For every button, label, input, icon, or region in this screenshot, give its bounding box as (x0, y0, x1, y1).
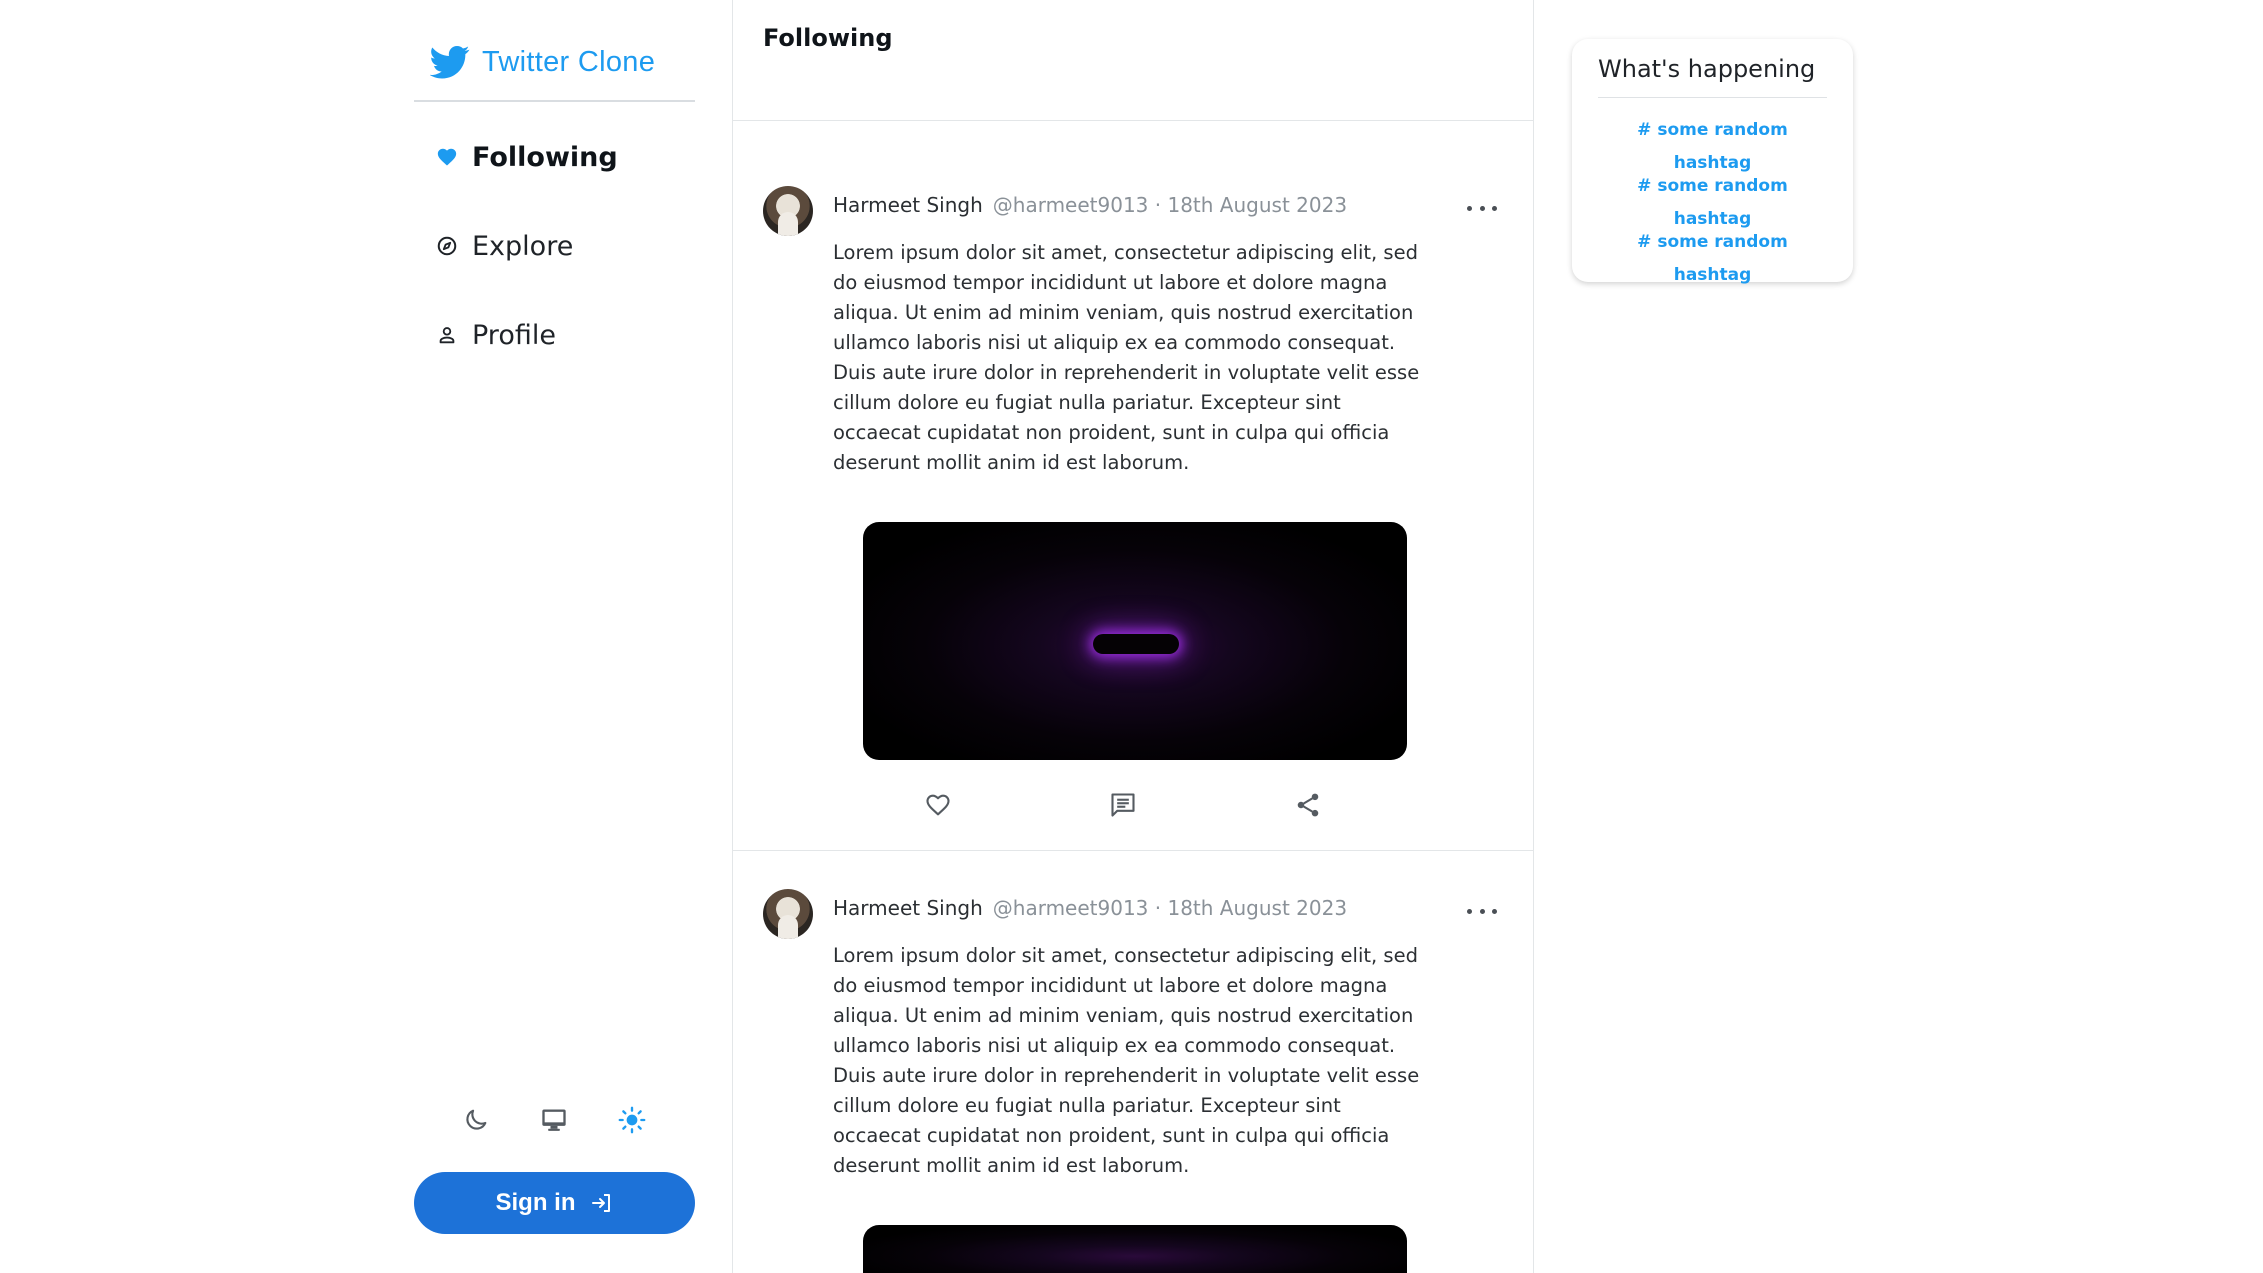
heart-icon (437, 148, 457, 166)
nav-label: Profile (472, 319, 556, 351)
nav-item-explore[interactable]: Explore (436, 224, 618, 268)
dot (1492, 908, 1497, 914)
tweet-header: Harmeet Singh @harmeet9013 · 18th August… (763, 186, 1503, 236)
tweet[interactable]: Harmeet Singh @harmeet9013 · 18th August… (733, 851, 1533, 1273)
monitor-icon (542, 1109, 566, 1131)
trend-hashtag-link[interactable]: # some random hashtag (1598, 226, 1827, 285)
nav-item-profile[interactable]: Profile (436, 313, 618, 357)
comment-button[interactable] (1108, 790, 1138, 820)
avatar[interactable] (763, 889, 813, 939)
sun-icon (618, 1106, 646, 1134)
compass-icon (437, 236, 457, 256)
tweet-text: Lorem ipsum dolor sit amet, consectetur … (833, 944, 1420, 1177)
main-nav: Following Explore Profile (436, 135, 618, 402)
brand-logo[interactable]: Twitter Clone (430, 39, 655, 85)
user-icon (439, 327, 455, 344)
feed-header: Following (733, 0, 1533, 121)
dot (1467, 908, 1472, 914)
share-button[interactable] (1293, 790, 1323, 820)
tweet[interactable]: Harmeet Singh @harmeet9013 · 18th August… (733, 186, 1533, 851)
moon-icon (466, 1109, 487, 1130)
author-name[interactable]: Harmeet Singh (833, 193, 983, 217)
brand-name: Twitter Clone (482, 45, 656, 78)
tweet-author: Harmeet Singh @harmeet9013 · 18th August… (833, 193, 1347, 217)
twitter-bird-icon (430, 46, 470, 79)
more-options-button[interactable] (1467, 200, 1497, 216)
tweet-media[interactable] (863, 1225, 1407, 1273)
tweet-text: Lorem ipsum dolor sit amet, consectetur … (833, 241, 1420, 474)
dark-theme-button[interactable] (454, 1098, 498, 1142)
avatar[interactable] (763, 186, 813, 236)
trends-panel: What's happening # some random hashtag #… (1572, 39, 1853, 285)
light-theme-button[interactable] (610, 1098, 654, 1142)
dot (1492, 205, 1497, 211)
share-icon (1297, 793, 1319, 817)
tweet-media[interactable] (863, 522, 1407, 760)
page-title: Following (763, 24, 893, 52)
tweet-header: Harmeet Singh @harmeet9013 · 18th August… (763, 889, 1503, 939)
like-button[interactable] (923, 790, 953, 820)
dot (1467, 205, 1472, 211)
trends-title: What's happening (1598, 55, 1827, 98)
left-sidebar: Twitter Clone Following Explore Profile … (414, 0, 695, 1273)
nav-label: Following (472, 141, 618, 173)
dot (1479, 205, 1485, 211)
system-theme-button[interactable] (532, 1098, 576, 1142)
sign-in-icon (591, 1194, 610, 1212)
more-options-button[interactable] (1467, 903, 1497, 919)
nav-item-following[interactable]: Following (436, 135, 618, 179)
author-name[interactable]: Harmeet Singh (833, 896, 983, 920)
nav-label: Explore (472, 230, 574, 262)
tweet-actions (923, 760, 1323, 850)
tweet-author: Harmeet Singh @harmeet9013 · 18th August… (833, 896, 1347, 920)
main-feed: Following Harmeet Singh @harmeet9013 · 1… (732, 0, 1534, 1273)
trend-hashtag-link[interactable]: # some random hashtag (1598, 170, 1827, 229)
trend-hashtag-link[interactable]: # some random hashtag (1598, 114, 1827, 173)
brand-divider (414, 100, 695, 102)
tweet-list: Harmeet Singh @harmeet9013 · 18th August… (733, 121, 1533, 1273)
sign-in-label: Sign in (495, 1189, 576, 1216)
dot (1479, 908, 1485, 914)
heart-outline-icon (926, 794, 950, 816)
media-glow (1093, 634, 1179, 654)
theme-switcher (454, 1098, 654, 1142)
sign-in-button[interactable]: Sign in (414, 1172, 695, 1234)
author-handle-date: @harmeet9013 · 18th August 2023 (992, 193, 1348, 217)
comment-icon (1111, 793, 1135, 817)
author-handle-date: @harmeet9013 · 18th August 2023 (992, 896, 1348, 920)
